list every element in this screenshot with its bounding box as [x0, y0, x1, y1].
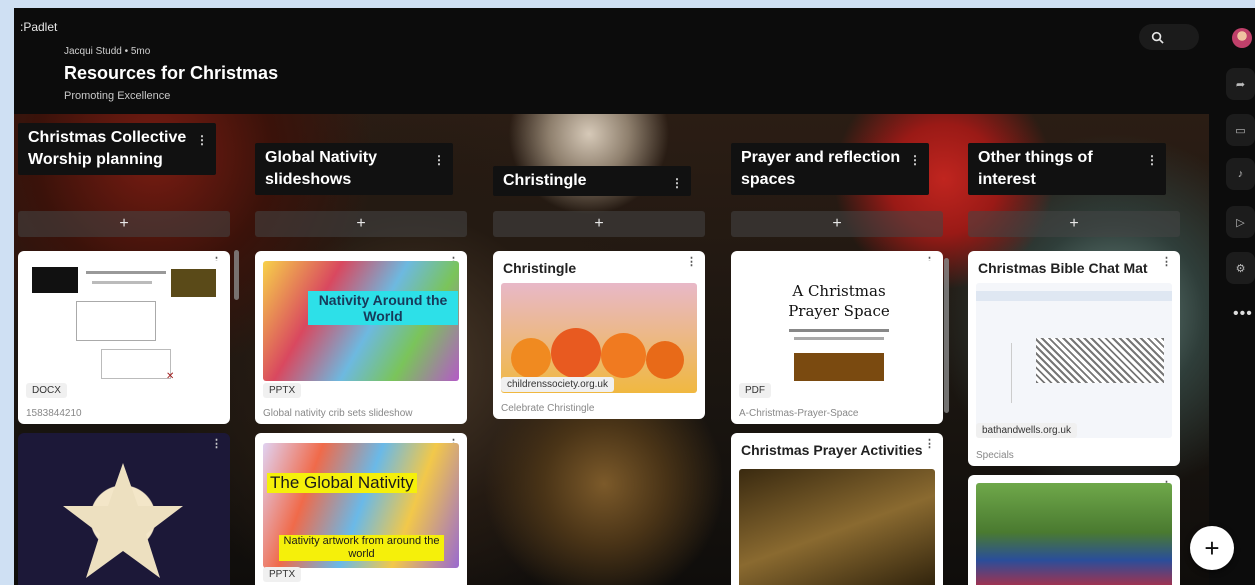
website-thumbnail: [976, 283, 1172, 438]
column-header[interactable]: Other things of interest ⋮: [968, 143, 1166, 195]
card-prayer-space-pdf[interactable]: ⋮ A Christmas Prayer Space PDF A-Christm…: [731, 251, 943, 424]
more-icon[interactable]: •••: [1233, 305, 1253, 323]
activity-photo: [739, 469, 935, 585]
column-menu-icon[interactable]: ⋮: [433, 149, 445, 171]
add-post-fab[interactable]: +: [1190, 526, 1234, 570]
thumb-line: [789, 329, 889, 332]
orange-shape: [646, 341, 684, 379]
file-type-chip: DOCX: [26, 383, 67, 398]
card-menu-icon[interactable]: ⋮: [686, 255, 697, 268]
diocese-logo: ✕: [166, 371, 175, 381]
file-type-chip: PPTX: [263, 383, 302, 398]
column-menu-icon[interactable]: ⋮: [909, 149, 921, 171]
thumb-line: [86, 271, 166, 274]
notifications-button[interactable]: ♪: [1226, 158, 1255, 190]
children-photo: [976, 483, 1172, 585]
thumb-title: Nativity Around the World: [308, 291, 458, 325]
file-type-chip: PDF: [739, 383, 771, 398]
orange-shape: [601, 333, 646, 378]
column-header[interactable]: Prayer and reflection spaces ⋮: [731, 143, 929, 195]
thumb-line: [794, 337, 884, 340]
orange-shape: [511, 338, 551, 378]
thumb-table: [101, 349, 171, 379]
docx-thumbnail: ✕: [26, 261, 222, 381]
thumb-subtitle: Nativity artwork from around the world: [279, 535, 444, 561]
card-title: Christmas Bible Chat Mat: [978, 260, 1148, 276]
card-bible-chat-mat[interactable]: ⋮ Christmas Bible Chat Mat bathandwells.…: [968, 251, 1180, 466]
card-title: Christingle: [503, 260, 577, 276]
search-button[interactable]: [1139, 24, 1199, 50]
column-header[interactable]: Christmas Collective Worship planning ⋮: [18, 123, 216, 175]
card-worship-docx[interactable]: ⋮ ✕ DOCX 1583844210: [18, 251, 230, 424]
remake-button[interactable]: ▭: [1226, 114, 1255, 146]
card-title: Christmas Prayer Activities: [741, 442, 923, 458]
padlet-app: :Padlet Jacqui Studd • 5mo Resources for…: [14, 8, 1255, 585]
column-title: Christingle: [503, 172, 587, 189]
column-title: Prayer and reflection spaces: [741, 149, 901, 188]
card-school-photo[interactable]: ⋮: [968, 475, 1180, 585]
thumb-block: [171, 269, 216, 297]
thumb-block: [32, 267, 78, 293]
link-chip: bathandwells.org.uk: [976, 423, 1077, 438]
card-christmas-star[interactable]: ⋮: [18, 433, 230, 585]
column-menu-icon[interactable]: ⋮: [1146, 149, 1158, 171]
share-icon: ➦: [1235, 78, 1246, 91]
column-header[interactable]: Christingle ⋮: [493, 166, 691, 196]
card-caption: A-Christmas-Prayer-Space: [739, 408, 859, 419]
column-menu-icon[interactable]: ⋮: [196, 129, 208, 151]
world-map-thumbnail: Nativity Around the World: [263, 261, 459, 381]
link-chip: childrenssociety.org.uk: [501, 377, 614, 392]
share-button[interactable]: ➦: [1226, 68, 1255, 100]
add-post-button[interactable]: +: [18, 211, 230, 237]
column-menu-icon[interactable]: ⋮: [671, 172, 683, 194]
gear-icon: ⚙: [1235, 262, 1246, 275]
user-avatar[interactable]: [1232, 28, 1252, 48]
card-caption: Global nativity crib sets slideshow: [263, 408, 413, 419]
thumb-title: The Global Nativity: [267, 473, 417, 493]
thumb-nav: [976, 291, 1172, 301]
thumb-photo: [794, 353, 884, 381]
board-subtitle: Promoting Excellence: [64, 90, 171, 102]
thumb-table: [76, 301, 156, 341]
card-global-nativity[interactable]: ⋮ The Global Nativity Nativity artwork f…: [255, 433, 467, 585]
card-caption: Celebrate Christingle: [501, 403, 595, 414]
card-prayer-activities[interactable]: ⋮ Christmas Prayer Activities: [731, 433, 943, 585]
add-post-button[interactable]: +: [731, 211, 943, 237]
add-post-button[interactable]: +: [968, 211, 1180, 237]
card-menu-icon[interactable]: ⋮: [1161, 255, 1172, 268]
bell-icon: ♪: [1237, 168, 1244, 180]
column-scrollbar[interactable]: [944, 258, 949, 413]
pdf-thumbnail: A Christmas Prayer Space: [739, 261, 935, 381]
card-menu-icon[interactable]: ⋮: [211, 437, 222, 450]
column-scrollbar[interactable]: [234, 250, 239, 300]
slideshow-button[interactable]: ▷: [1226, 206, 1255, 238]
world-map-thumbnail: The Global Nativity Nativity artwork fro…: [263, 443, 459, 568]
board-title: Resources for Christmas: [64, 63, 279, 83]
padlet-logo[interactable]: :Padlet: [20, 20, 57, 34]
play-icon: ▷: [1236, 216, 1245, 229]
thumb-title: A Christmas Prayer Space: [788, 282, 890, 320]
card-caption: Specials: [976, 450, 1014, 461]
thumb-sidebar: [982, 343, 1012, 403]
settings-button[interactable]: ⚙: [1226, 252, 1255, 284]
column-title: Global Nativity slideshows: [265, 149, 378, 188]
orange-shape: [551, 328, 601, 378]
thumb-line: [92, 281, 152, 284]
column-title: Other things of interest: [978, 149, 1093, 188]
card-menu-icon[interactable]: ⋮: [924, 437, 935, 450]
remake-icon: ▭: [1235, 124, 1246, 137]
file-type-chip: PPTX: [263, 567, 302, 582]
card-christingle[interactable]: ⋮ Christingle childrenssociety.org.uk Ce…: [493, 251, 705, 419]
card-caption: 1583844210: [26, 408, 82, 419]
column-title: Christmas Collective Worship planning: [28, 129, 187, 168]
search-icon: [1151, 31, 1164, 44]
add-post-button[interactable]: +: [493, 211, 705, 237]
thumb-drawing: [1036, 338, 1164, 383]
column-header[interactable]: Global Nativity slideshows ⋮: [255, 143, 453, 195]
card-nativity-around-world[interactable]: ⋮ Nativity Around the World PPTX Global …: [255, 251, 467, 424]
author-meta: Jacqui Studd • 5mo: [64, 46, 151, 57]
star-icon: [63, 463, 183, 578]
add-post-button[interactable]: +: [255, 211, 467, 237]
